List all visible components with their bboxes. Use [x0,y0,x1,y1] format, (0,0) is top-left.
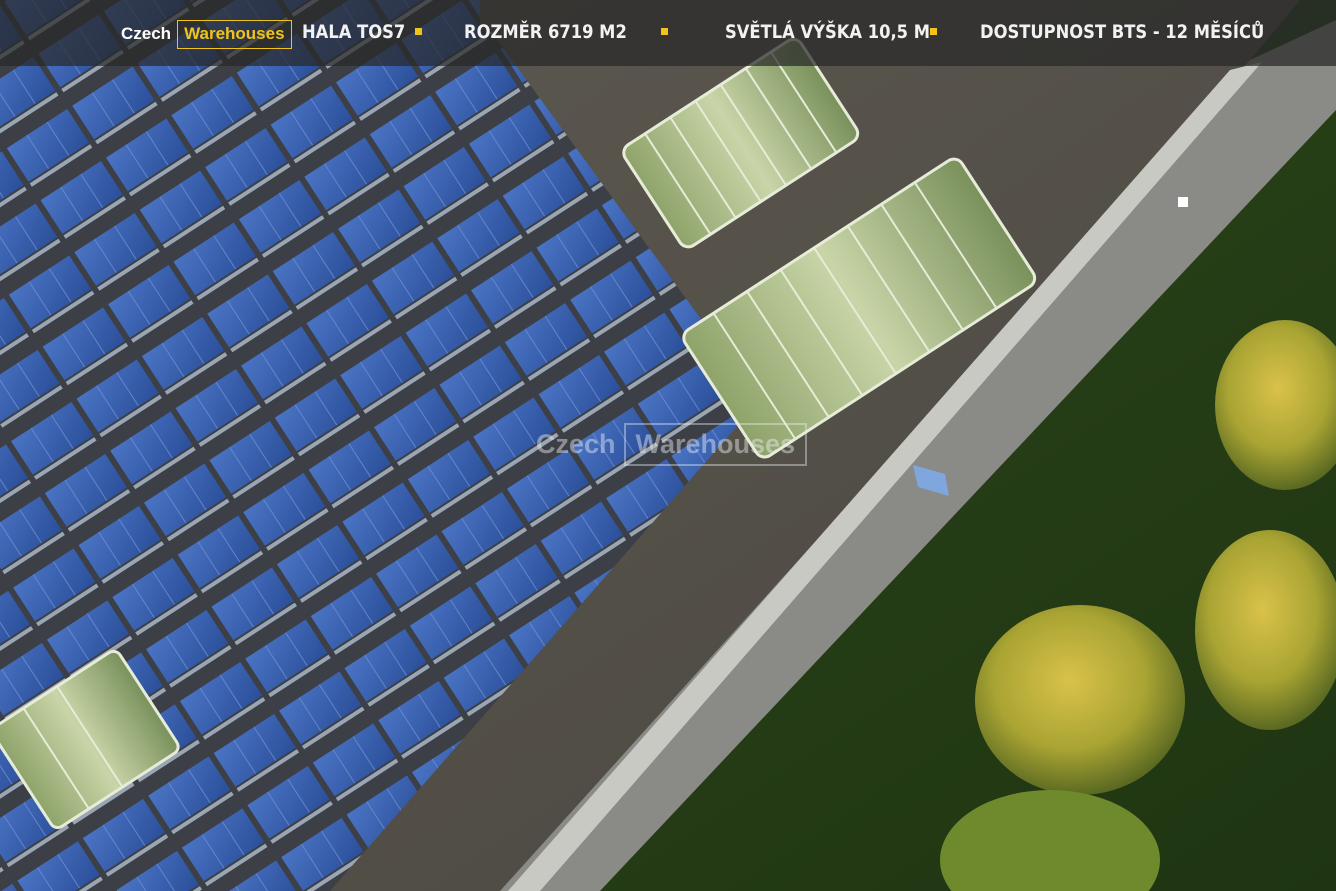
indicator-square [1178,197,1188,207]
brand-logo[interactable]: Czech Warehouses [121,19,292,49]
stat-hall-name: HALA TOS7 [302,21,406,43]
logo-word-czech: Czech [121,24,172,43]
watermark-word-warehouses: Warehouses [623,422,808,466]
stat-availability: DOSTUPNOST BTS - 12 MĚSÍCŮ [980,21,1265,43]
watermark-word-czech: Czech [536,428,616,459]
photo-watermark: Czech Warehouses [536,420,808,468]
separator-dot [661,28,668,35]
separator-dot [415,28,422,35]
separator-dot [930,28,937,35]
logo-word-warehouses: Warehouses [177,19,292,49]
stat-clear-height: SVĚTLÁ VÝŠKA 10,5 M [725,21,930,43]
stats-banner: Czech Warehouses HALA TOS7 ROZMĚR 6719 M… [0,0,1336,66]
stat-size: ROZMĚR 6719 M2 [464,21,627,43]
